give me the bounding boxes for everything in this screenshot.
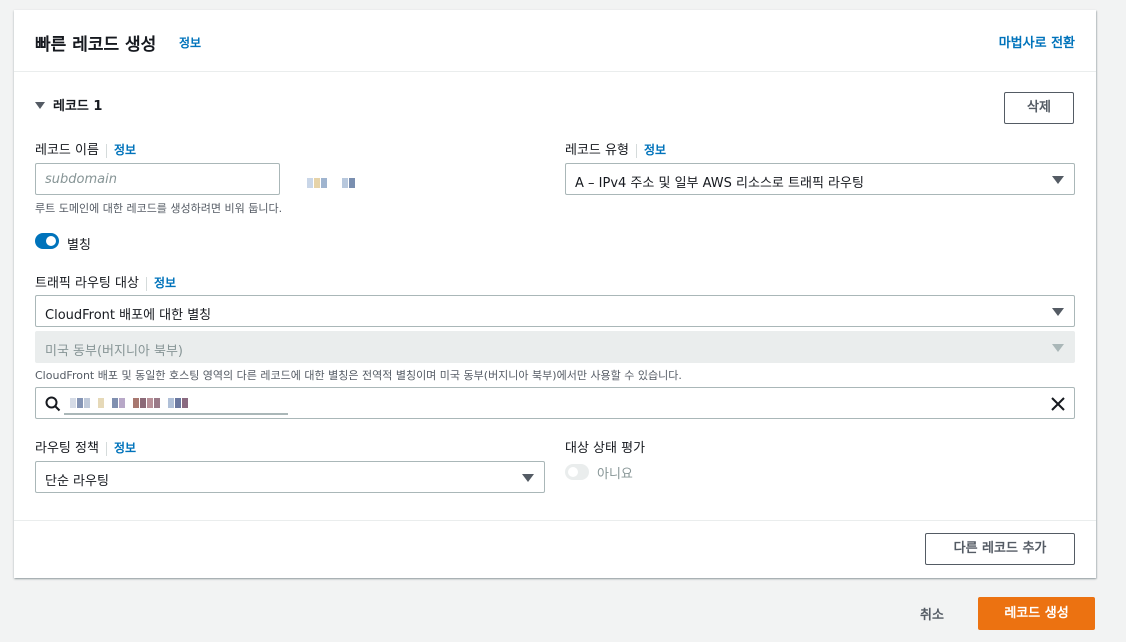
caret-down-icon bbox=[1052, 344, 1064, 352]
caret-down-icon bbox=[1052, 176, 1064, 184]
routing-label: 라우팅 정책 bbox=[35, 441, 99, 456]
alias-toggle[interactable] bbox=[35, 233, 59, 249]
record-name-info-link[interactable]: 정보 bbox=[114, 143, 136, 157]
region-hint: CloudFront 배포 및 동일한 호스팅 영역의 다른 레코드에 대한 별… bbox=[35, 369, 682, 382]
record-name-label-row: 레코드 이름 정보 bbox=[35, 139, 136, 158]
routing-policy-select[interactable]: 단순 라우팅 bbox=[35, 461, 545, 493]
record-name-hint: 루트 도메인에 대한 레코드를 생성하려면 비워 둡니다. bbox=[35, 202, 283, 215]
panel-header: 빠른 레코드 생성 정보 마법사로 전환 bbox=[14, 10, 1096, 72]
distribution-search-input[interactable] bbox=[35, 387, 1075, 419]
routing-policy-value: 단순 라우팅 bbox=[45, 474, 109, 489]
record-name-placeholder: subdomain bbox=[45, 172, 117, 187]
divider bbox=[14, 520, 1096, 521]
toggle-knob bbox=[46, 236, 56, 246]
record-type-label: 레코드 유형 bbox=[565, 143, 629, 158]
clear-icon[interactable] bbox=[1050, 396, 1066, 412]
health-label: 대상 상태 평가 bbox=[565, 441, 646, 456]
record-type-value: A – IPv4 주소 및 일부 AWS 리소스로 트래픽 라우팅 bbox=[575, 176, 864, 191]
divider bbox=[105, 441, 107, 456]
add-record-button[interactable]: 다른 레코드 추가 bbox=[925, 533, 1075, 565]
divider bbox=[145, 276, 147, 291]
domain-suffix bbox=[307, 173, 356, 192]
search-icon bbox=[45, 396, 61, 412]
target-label: 트래픽 라우팅 대상 bbox=[35, 276, 139, 291]
caret-down-icon bbox=[522, 474, 534, 482]
quick-create-panel: 빠른 레코드 생성 정보 마법사로 전환 레코드 1 삭제 레코드 이름 정보 s… bbox=[14, 10, 1096, 578]
switch-to-wizard-link[interactable]: 마법사로 전환 bbox=[999, 32, 1075, 51]
create-records-button[interactable]: 레코드 생성 bbox=[978, 597, 1095, 630]
caret-down-icon bbox=[35, 102, 45, 109]
record-section-toggle[interactable]: 레코드 1 bbox=[35, 95, 102, 114]
alias-label: 별칭 bbox=[67, 238, 91, 253]
delete-button[interactable]: 삭제 bbox=[1004, 92, 1074, 124]
caret-down-icon bbox=[1052, 308, 1064, 316]
health-toggle bbox=[565, 464, 589, 480]
region-select: 미국 동부(버지니아 북부) bbox=[35, 331, 1075, 363]
health-value: 아니요 bbox=[597, 467, 633, 482]
routing-info-link[interactable]: 정보 bbox=[114, 441, 136, 455]
record-name-label: 레코드 이름 bbox=[35, 143, 99, 158]
record-name-input[interactable]: subdomain bbox=[35, 163, 280, 195]
target-info-link[interactable]: 정보 bbox=[154, 276, 176, 290]
record-section-title: 레코드 1 bbox=[53, 99, 103, 114]
divider bbox=[105, 143, 107, 158]
record-type-label-row: 레코드 유형 정보 bbox=[565, 139, 666, 158]
page-title: 빠른 레코드 생성 bbox=[35, 35, 157, 55]
cancel-button[interactable]: 취소 bbox=[920, 604, 944, 623]
routing-label-row: 라우팅 정책 정보 bbox=[35, 437, 136, 456]
target-label-row: 트래픽 라우팅 대상 정보 bbox=[35, 272, 176, 291]
record-type-info-link[interactable]: 정보 bbox=[644, 143, 666, 157]
title-info-link[interactable]: 정보 bbox=[179, 34, 201, 51]
toggle-knob bbox=[568, 467, 578, 477]
region-value: 미국 동부(버지니아 북부) bbox=[45, 344, 184, 359]
distribution-value bbox=[70, 397, 189, 412]
divider bbox=[635, 143, 637, 158]
underline bbox=[64, 413, 288, 415]
endpoint-select[interactable]: CloudFront 배포에 대한 별칭 bbox=[35, 295, 1075, 327]
endpoint-value: CloudFront 배포에 대한 별칭 bbox=[45, 308, 212, 323]
record-type-select[interactable]: A – IPv4 주소 및 일부 AWS 리소스로 트래픽 라우팅 bbox=[565, 163, 1075, 195]
